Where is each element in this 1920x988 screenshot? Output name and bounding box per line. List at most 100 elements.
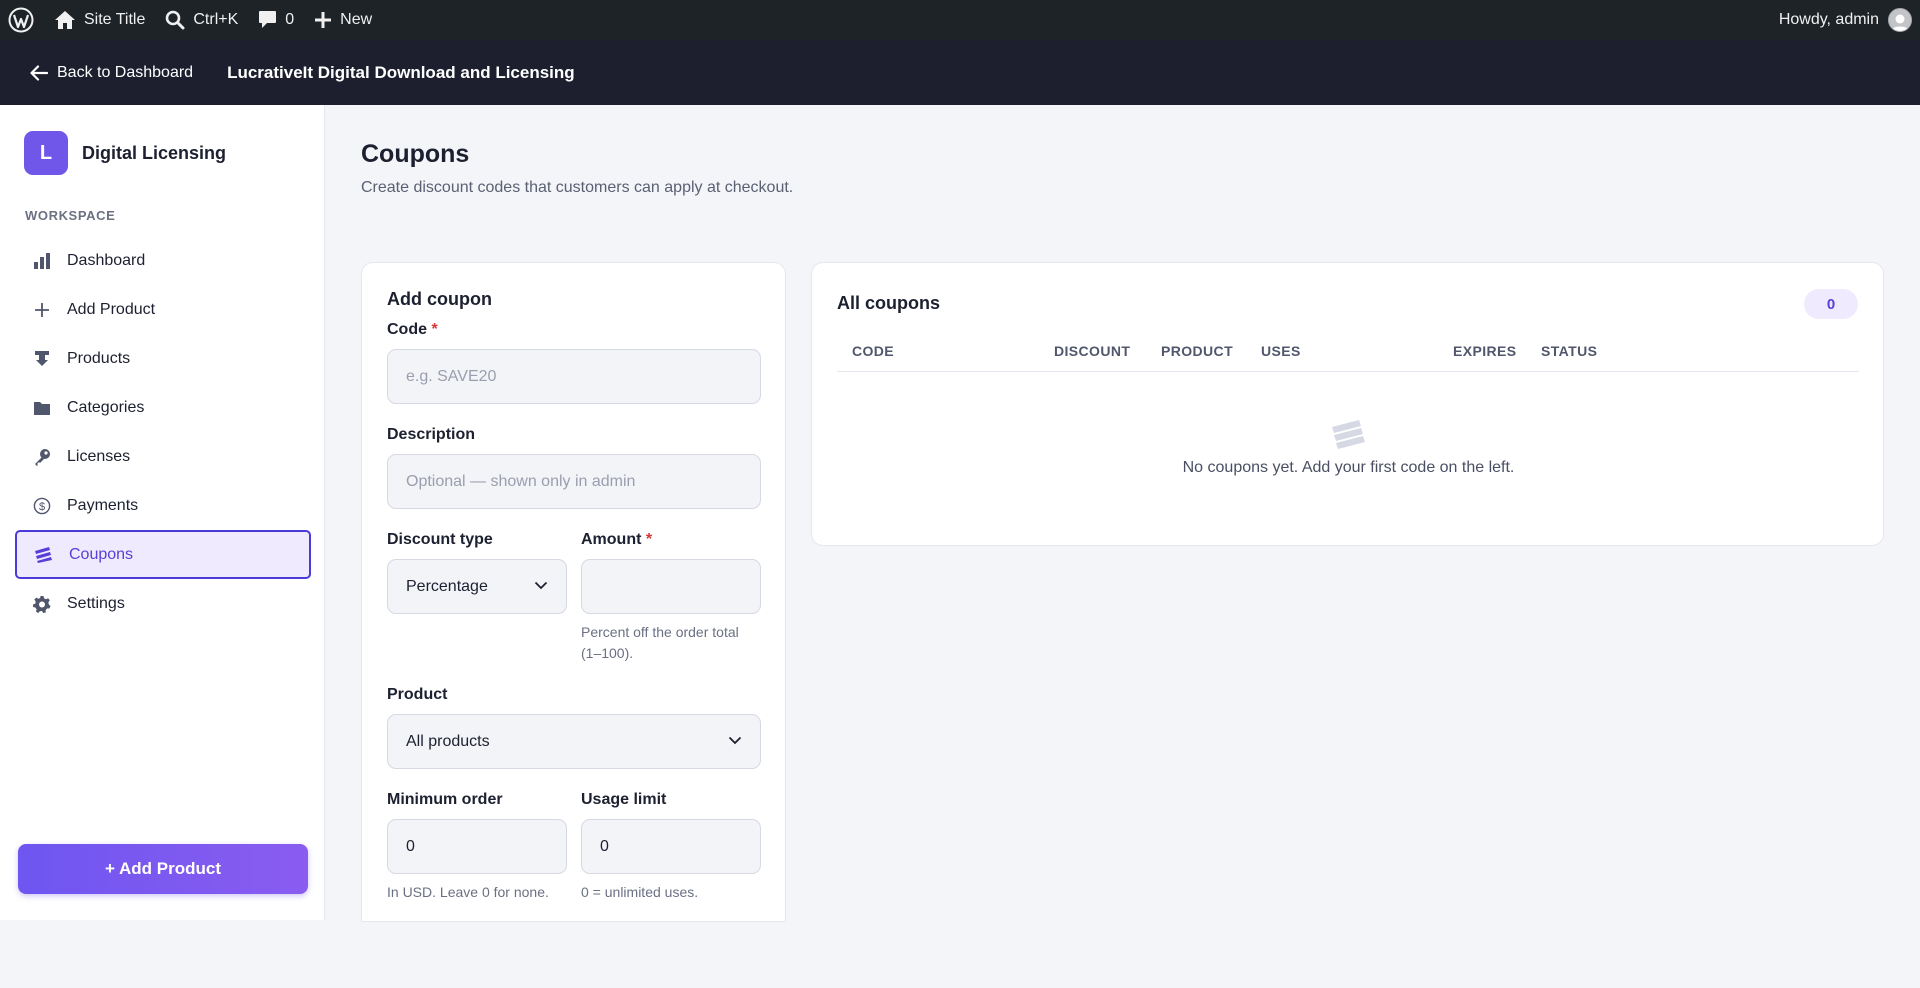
all-coupons-title: All coupons	[837, 293, 940, 313]
workspace-section-label: WORKSPACE	[25, 208, 116, 223]
column-header-discount[interactable]: DISCOUNT	[1054, 343, 1130, 359]
comments-link[interactable]: 0	[248, 0, 304, 40]
add-coupon-card: Add coupon Code * e.g. SAVE20 Descriptio…	[361, 262, 786, 922]
sidebar-item-dashboard[interactable]: Dashboard	[15, 236, 311, 285]
sidebar-item-label: Coupons	[69, 545, 134, 563]
folder-icon	[32, 398, 52, 418]
sidebar-item-label: Licenses	[67, 447, 131, 465]
search-icon	[166, 10, 185, 30]
site-title-link[interactable]: Site Title	[44, 0, 155, 40]
sidebar-item-label: Payments	[67, 496, 139, 514]
sidebar-item-label: Products	[67, 349, 131, 367]
brand-name: Digital Licensing	[82, 142, 227, 163]
comment-icon	[259, 11, 277, 28]
description-label: Description	[387, 426, 476, 443]
account-menu[interactable]: Howdy, admin	[1769, 0, 1920, 40]
discount-type-select[interactable]: Percentage	[387, 559, 567, 614]
gear-icon	[32, 594, 52, 614]
bar-chart-icon	[32, 251, 52, 271]
column-header-uses[interactable]: USES	[1261, 343, 1301, 359]
discount-type-label: Discount type	[387, 531, 493, 548]
sidebar-item-products[interactable]: Products	[15, 334, 311, 383]
code-placeholder: e.g. SAVE20	[406, 367, 497, 385]
brand: L Digital Licensing	[24, 131, 226, 175]
minimum-order-value: 0	[406, 837, 415, 855]
back-label: Back to Dashboard	[57, 63, 194, 81]
amount-help: Percent off the order total (1–100).	[581, 624, 739, 661]
page-title: Coupons	[361, 140, 470, 168]
plus-icon	[32, 300, 52, 320]
sidebar-item-label: Settings	[67, 594, 125, 612]
minimum-order-help: In USD. Leave 0 for none.	[387, 884, 549, 900]
description-input[interactable]: Optional — shown only in admin	[387, 454, 761, 509]
search-button[interactable]: Ctrl+K	[155, 0, 248, 40]
discount-type-value: Percentage	[406, 577, 488, 595]
table-header-divider	[837, 371, 1859, 372]
user-silhouette-icon	[1891, 14, 1909, 31]
all-coupons-card: All coupons 0 CODE DISCOUNT PRODUCT USES…	[811, 262, 1884, 546]
wordpress-icon	[8, 7, 34, 33]
amount-input[interactable]	[581, 559, 761, 614]
sidebar-item-licenses[interactable]: Licenses	[15, 432, 311, 481]
column-header-product[interactable]: PRODUCT	[1161, 343, 1233, 359]
site-title-label: Site Title	[84, 11, 146, 28]
column-header-status[interactable]: STATUS	[1541, 343, 1597, 359]
search-shortcut-label: Ctrl+K	[193, 11, 239, 28]
tickets-icon	[1332, 420, 1365, 449]
minimum-order-input[interactable]: 0	[387, 819, 567, 874]
plugin-name: LucrativeIt Digital Download and Licensi…	[227, 62, 575, 82]
dollar-icon: $	[32, 496, 52, 516]
usage-limit-value: 0	[600, 837, 609, 855]
code-input[interactable]: e.g. SAVE20	[387, 349, 761, 404]
howdy-label: Howdy, admin	[1778, 11, 1879, 28]
tickets-icon	[34, 545, 54, 565]
avatar	[1888, 8, 1912, 32]
sidebar: L Digital Licensing WORKSPACE Dashboard …	[0, 105, 325, 920]
minimum-order-label: Minimum order	[387, 791, 503, 808]
sidebar-item-payments[interactable]: $ Payments	[15, 481, 311, 530]
coupon-count-badge: 0	[1804, 289, 1858, 319]
download-icon	[32, 349, 52, 369]
home-icon	[55, 11, 75, 29]
column-header-code[interactable]: CODE	[852, 343, 894, 359]
back-to-dashboard-link[interactable]: Back to Dashboard	[30, 64, 193, 82]
amount-label: Amount *	[581, 531, 652, 549]
key-icon	[32, 447, 52, 467]
sidebar-item-label: Add Product	[67, 300, 156, 318]
usage-limit-input[interactable]: 0	[581, 819, 761, 874]
add-product-button[interactable]: + Add Product	[18, 844, 308, 894]
arrow-left-icon	[30, 64, 48, 81]
description-placeholder: Optional — shown only in admin	[406, 472, 636, 490]
amount-label-text: Amount	[581, 531, 642, 548]
code-label: Code *	[387, 321, 438, 339]
usage-limit-help: 0 = unlimited uses.	[581, 884, 699, 900]
chevron-down-icon	[728, 736, 742, 745]
sidebar-nav: Dashboard Add Product Products Categorie…	[15, 236, 311, 628]
sidebar-item-label: Categories	[67, 398, 145, 416]
sidebar-item-settings[interactable]: Settings	[15, 579, 311, 628]
column-header-expires[interactable]: EXPIRES	[1453, 343, 1517, 359]
sidebar-item-coupons[interactable]: Coupons	[15, 530, 311, 579]
sidebar-item-add-product[interactable]: Add Product	[15, 285, 311, 334]
product-select[interactable]: All products	[387, 714, 761, 769]
empty-state-text: No coupons yet. Add your first code on t…	[1182, 459, 1515, 476]
plus-icon	[315, 12, 332, 28]
page-subtitle: Create discount codes that customers can…	[361, 179, 794, 196]
usage-limit-label: Usage limit	[581, 791, 667, 808]
new-label: New	[340, 11, 373, 28]
sidebar-item-categories[interactable]: Categories	[15, 383, 311, 432]
add-coupon-title: Add coupon	[387, 289, 492, 309]
new-content-button[interactable]: New	[304, 0, 382, 40]
brand-logo: L	[24, 131, 68, 175]
product-label: Product	[387, 686, 448, 703]
required-mark: *	[645, 531, 653, 548]
product-value: All products	[406, 732, 490, 750]
chevron-down-icon	[534, 581, 548, 590]
required-mark: *	[431, 321, 438, 338]
wordpress-logo-button[interactable]	[0, 0, 44, 40]
svg-text:$: $	[39, 501, 45, 513]
wp-admin-bar: Site Title Ctrl+K 0 New Howdy, admin	[0, 0, 1920, 40]
code-label-text: Code	[387, 321, 427, 338]
sidebar-item-label: Dashboard	[67, 251, 146, 269]
plugin-header: Back to Dashboard LucrativeIt Digital Do…	[0, 40, 1920, 105]
